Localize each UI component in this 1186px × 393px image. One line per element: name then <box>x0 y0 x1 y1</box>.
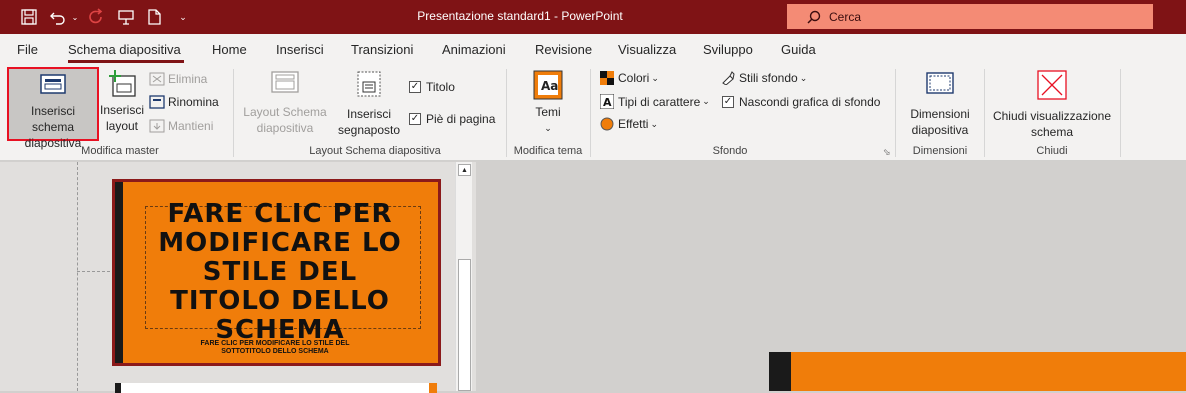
group-label-dimensioni: Dimensioni <box>912 145 968 157</box>
delete-icon <box>149 72 165 86</box>
group-separator <box>984 69 985 157</box>
tab-visualizza[interactable]: Visualizza <box>618 42 676 57</box>
slide-size-button[interactable]: Dimensioni diapositiva <box>902 70 978 138</box>
preserve-label: Mantieni <box>168 119 214 133</box>
slide-left-bar <box>115 182 123 363</box>
insert-slide-master-label: Inserisci schema diapositiva <box>24 104 82 150</box>
slide-layout-thumbnail[interactable] <box>115 383 437 393</box>
hide-background-checkbox-box[interactable]: ✓ <box>722 96 734 108</box>
tab-guida[interactable]: Guida <box>781 42 816 57</box>
footer-checkbox[interactable]: ✓ Piè di pagina <box>409 112 495 126</box>
title-checkbox-box[interactable]: ✓ <box>409 81 421 93</box>
workspace: FARE CLIC PER MODIFICARE LO STILE DEL TI… <box>0 162 1186 393</box>
group-label-modifica-tema: Modifica tema <box>513 145 583 157</box>
placeholder-icon <box>357 71 381 97</box>
thumbnail-pane[interactable]: FARE CLIC PER MODIFICARE LO STILE DEL TI… <box>0 162 476 393</box>
master-layout-icon <box>271 71 299 93</box>
background-styles-icon <box>722 71 735 85</box>
slide-subtitle-text: FARE CLIC PER MODIFICARE LO STILE DEL SO… <box>200 340 350 355</box>
main-slide-canvas[interactable] <box>769 352 1186 391</box>
slide-master-thumbnail[interactable]: FARE CLIC PER MODIFICARE LO STILE DEL TI… <box>112 179 441 366</box>
close-master-icon <box>1037 70 1067 100</box>
effects-label: Effetti <box>618 117 649 131</box>
scroll-up-icon[interactable]: ▲ <box>458 164 471 176</box>
group-label-sfondo: Sfondo <box>712 145 748 157</box>
fonts-button[interactable]: A Tipi di carattere ⌄ <box>600 94 710 109</box>
tab-home[interactable]: Home <box>212 42 247 57</box>
close-master-view-label: Chiudi visualizzazione schema <box>992 109 1112 139</box>
search-placeholder: Cerca <box>829 9 862 24</box>
slide-size-label: Dimensioni diapositiva <box>910 107 970 137</box>
title-bar: ⌄ ⌄ Presentazione standard1 - PowerPoint… <box>0 0 1186 34</box>
thumbnail-scrollbar[interactable]: ▲ <box>455 162 472 391</box>
tab-animazioni[interactable]: Animazioni <box>442 42 506 57</box>
colors-icon <box>600 71 614 85</box>
delete-label: Elimina <box>168 72 208 86</box>
insert-layout-button[interactable]: Inserisci layout <box>100 70 144 134</box>
dialog-launcher-icon[interactable]: ⬂ <box>883 147 891 158</box>
effects-icon <box>600 117 614 131</box>
group-separator <box>895 69 896 157</box>
fonts-label: Tipi di carattere <box>618 94 701 109</box>
footer-checkbox-label: Piè di pagina <box>426 112 496 126</box>
title-checkbox-label: Titolo <box>426 80 455 94</box>
themes-label: Temi <box>535 105 561 119</box>
group-separator <box>506 69 507 157</box>
tab-schema-diapositiva[interactable]: Schema diapositiva <box>68 42 181 57</box>
colors-button[interactable]: Colori ⌄ <box>600 71 659 85</box>
search-icon <box>807 10 821 24</box>
insert-placeholder-label: Inserisci segnaposto <box>337 107 401 137</box>
background-styles-label: Stili sfondo <box>739 71 798 85</box>
title-checkbox[interactable]: ✓ Titolo <box>409 80 455 94</box>
svg-text:Aa: Aa <box>541 79 558 93</box>
themes-icon: Aa <box>533 70 563 100</box>
effects-button[interactable]: Effetti ⌄ <box>600 117 658 131</box>
group-separator <box>1120 69 1121 157</box>
themes-chevron-icon: ⌄ <box>544 123 552 133</box>
active-tab-indicator <box>68 60 184 63</box>
group-separator <box>233 69 234 157</box>
group-label-modifica-master: Modifica master <box>81 145 159 157</box>
tab-inserisci[interactable]: Inserisci <box>276 42 324 57</box>
guide-line <box>77 162 78 391</box>
ribbon: Inserisci schema diapositiva Inserisci l… <box>0 64 1186 161</box>
slide-size-icon <box>926 72 954 94</box>
insert-layout-label: Inserisci layout <box>100 103 145 133</box>
scroll-thumb[interactable] <box>458 259 471 391</box>
tab-sviluppo[interactable]: Sviluppo <box>703 42 753 57</box>
tab-file[interactable]: File <box>17 42 38 57</box>
guide-line <box>77 271 110 272</box>
slide-title-text: FARE CLIC PER MODIFICARE LO STILE DEL TI… <box>158 199 402 345</box>
hide-background-label: Nascondi grafica di sfondo <box>739 95 881 109</box>
themes-button[interactable]: Aa Temi ⌄ <box>528 70 568 136</box>
rename-label: Rinomina <box>168 95 219 109</box>
colors-label: Colori <box>618 71 650 85</box>
rename-icon <box>149 95 165 109</box>
preserve-icon <box>149 119 165 133</box>
tab-transizioni[interactable]: Transizioni <box>351 42 413 57</box>
tab-revisione[interactable]: Revisione <box>535 42 592 57</box>
slide-editor-area[interactable] <box>478 162 1186 391</box>
hide-background-checkbox[interactable]: ✓ Nascondi grafica di sfondo <box>722 95 880 109</box>
svg-text:A: A <box>603 96 612 109</box>
group-label-chiudi: Chiudi <box>1036 145 1068 157</box>
layout-add-icon <box>109 70 136 97</box>
insert-slide-master-button[interactable]: Inserisci schema diapositiva <box>7 67 99 150</box>
master-layout-button[interactable]: Layout Schema diapositiva <box>240 70 330 136</box>
group-separator <box>590 69 591 157</box>
insert-placeholder-button[interactable]: Inserisci segnaposto <box>330 70 408 138</box>
delete-button[interactable]: Elimina <box>149 72 207 86</box>
background-styles-button[interactable]: Stili sfondo ⌄ <box>721 71 807 85</box>
master-layout-label: Layout Schema diapositiva <box>243 105 327 135</box>
close-master-view-button[interactable]: Chiudi visualizzazione schema <box>990 70 1114 140</box>
fonts-icon: A <box>600 94 614 109</box>
group-label-layout-schema: Layout Schema diapositiva <box>309 145 441 157</box>
footer-checkbox-box[interactable]: ✓ <box>409 113 421 125</box>
search-box[interactable]: Cerca <box>787 4 1153 29</box>
preserve-button[interactable]: Mantieni <box>149 119 213 133</box>
rename-button[interactable]: Rinomina <box>149 95 219 109</box>
slide-master-icon <box>40 74 66 94</box>
